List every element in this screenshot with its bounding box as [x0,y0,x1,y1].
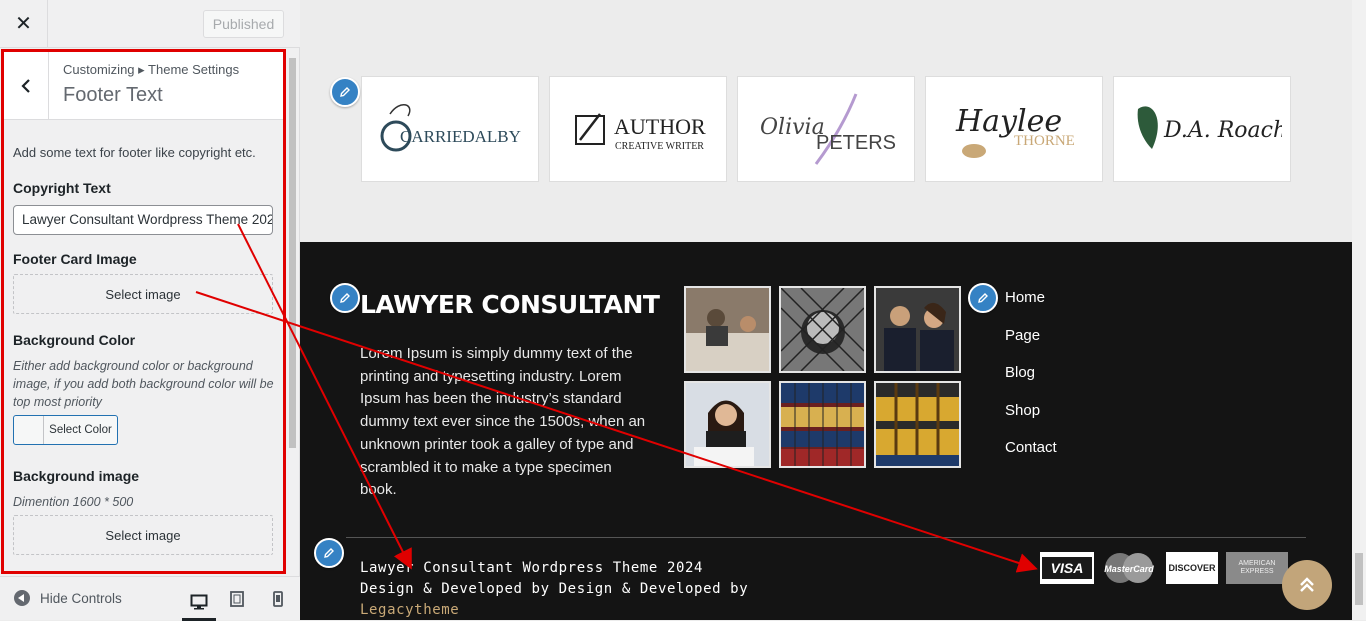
footer-menu-shop[interactable]: Shop [1005,402,1040,419]
hide-controls-button[interactable]: Hide Controls [14,590,122,606]
background-image-description: Dimention 1600 * 500 [13,495,134,509]
carriedalby-logo-text: CARRIEDALBY [400,127,521,146]
haylee-thorne-logo-image: Haylee THORNE [955,104,1075,158]
customizer-sidebar: ✕ Published Customizing ▸ Theme Settings… [0,0,300,621]
amex-card-icon: AMERICAN EXPRESS [1226,552,1288,584]
section-description: Add some text for footer like copyright … [13,145,256,160]
preview-scrollbar[interactable] [1352,0,1366,620]
client-logo[interactable]: AUTHOR CREATIVE WRITER [549,76,727,182]
background-image-label: Background image [13,468,140,484]
edit-shortcut-pencil-icon[interactable] [330,283,360,313]
back-button[interactable] [4,52,49,119]
preview-scrollbar-thumb[interactable] [1355,553,1363,605]
sidebar-scrollbar[interactable] [287,48,298,576]
mastercard-icon: MasterCard [1100,552,1158,584]
author-logo-text: AUTHOR [614,114,706,139]
chevron-left-icon [21,78,30,93]
collapse-arrow-icon [14,590,30,606]
section-title: Footer Text [63,84,163,106]
select-color-button[interactable]: Select Color [13,415,118,445]
footer-text-panel: Customizing ▸ Theme Settings Footer Text… [1,49,286,574]
olivia-logo-text: Olivia [760,115,825,140]
footer-divider [346,537,1306,538]
gallery-image[interactable] [874,286,961,373]
footer-menu-blog[interactable]: Blog [1005,364,1035,381]
mastercard-text: MasterCard [1104,564,1154,574]
background-color-label: Background Color [13,332,136,348]
footer-copyright: Lawyer Consultant Wordpress Theme 2024 D… [360,558,750,621]
thorne-logo-text: THORNE [1014,133,1075,149]
peters-logo-text: PETERS [816,132,896,154]
close-icon[interactable]: ✕ [0,0,48,47]
da-roach-logo-image: D.A. Roach [1137,106,1282,149]
hide-controls-label: Hide Controls [40,590,122,606]
customizer-header: ✕ Published [0,0,300,48]
author-logo-image: AUTHOR CREATIVE WRITER [575,113,706,152]
gallery-image[interactable] [779,286,866,373]
sidebar-scrollbar-thumb[interactable] [289,58,296,448]
mobile-icon[interactable] [264,585,292,613]
client-logo[interactable]: CARRIEDALBY [361,76,539,182]
footer-menu-page[interactable]: Page [1005,327,1040,344]
copyright-text: Lawyer Consultant Wordpress Theme 2024 D… [360,560,749,597]
customizer-footer-actions: Hide Controls [0,576,300,621]
site-preview: CARRIEDALBY AUTHOR CREATIVE WRITER Olivi… [300,0,1366,620]
background-color-description: Either add background color or backgroun… [13,359,274,409]
edit-shortcut-pencil-icon[interactable] [968,283,998,313]
client-logo[interactable]: Olivia PETERS [737,76,915,182]
gallery-image[interactable] [684,286,771,373]
footer-menu-home[interactable]: Home [1005,289,1045,306]
section-header: Customizing ▸ Theme Settings Footer Text [4,52,283,120]
copyright-link[interactable]: Legacytheme [360,602,459,618]
copyright-text-input[interactable]: Lawyer Consultant Wordpress Theme 2024 [13,205,273,235]
gallery-image[interactable] [684,381,771,468]
desktop-icon[interactable] [182,585,216,621]
footer-card-image-label: Footer Card Image [13,251,137,267]
background-select-image-button[interactable]: Select image [13,515,273,555]
edit-shortcut-pencil-icon[interactable] [314,538,344,568]
footer-menu-contact[interactable]: Contact [1005,439,1057,456]
color-swatch [14,416,44,444]
carriedalby-logo-image: CARRIEDALBY [380,104,521,152]
scroll-to-top-button[interactable] [1282,560,1332,610]
client-logo[interactable]: Haylee THORNE [925,76,1103,182]
copyright-text-label: Copyright Text [13,180,111,196]
edit-shortcut-pencil-icon[interactable] [330,77,360,107]
footer-about-text: Lorem Ipsum is simply dummy text of the … [360,345,646,499]
da-roach-logo-text: D.A. Roach [1163,118,1282,143]
footer-card-select-image-button[interactable]: Select image [13,274,273,314]
olivia-peters-logo-image: Olivia PETERS [760,93,896,165]
double-chevron-up-icon [1300,577,1314,592]
gallery-image[interactable] [874,381,961,468]
gallery-image[interactable] [779,381,866,468]
footer-brand-title: LAWYER CONSULTANT [360,290,660,319]
select-color-label: Select Color [49,424,112,436]
site-footer: LAWYER CONSULTANT Lorem Ipsum is simply … [300,242,1352,620]
discover-card-icon: DISCOVER [1166,552,1218,584]
tablet-icon[interactable] [223,585,251,613]
visa-card-icon: VISA [1040,552,1094,584]
client-logo[interactable]: D.A. Roach [1113,76,1291,182]
author-logo-sub: CREATIVE WRITER [615,141,704,152]
breadcrumb: Customizing ▸ Theme Settings [63,62,240,77]
publish-button[interactable]: Published [203,10,284,38]
